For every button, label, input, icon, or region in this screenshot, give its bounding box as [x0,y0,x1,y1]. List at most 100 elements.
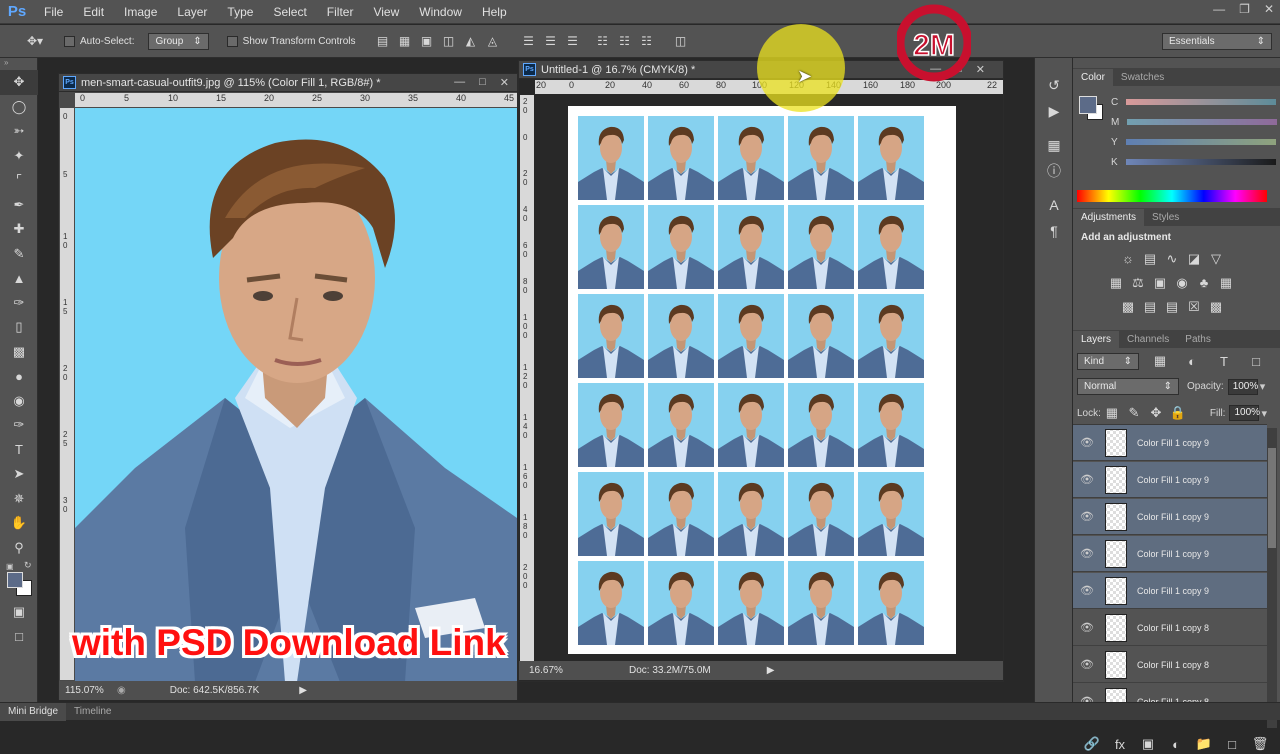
filter-type-icon[interactable]: T [1213,352,1235,370]
healing-tool-icon[interactable]: ✚ [0,217,38,242]
layer-row[interactable]: 👁 Color Fill 1 copy 8 [1073,647,1267,683]
blend-mode-dropdown[interactable]: Normal ⇕ [1077,378,1179,395]
pen-tool-icon[interactable]: ✑ [0,413,38,438]
paragraph-panel-icon[interactable]: ¶ [1035,218,1073,244]
eye-icon[interactable]: 👁 [1073,621,1101,634]
color-lookup-icon[interactable]: ▦ [1215,274,1237,292]
menu-layer[interactable]: Layer [167,5,217,19]
menu-edit[interactable]: Edit [73,5,114,19]
posterize-icon[interactable]: ▤ [1139,298,1161,316]
new-group-icon[interactable]: 📁 [1193,735,1215,753]
tab-color[interactable]: Color [1073,69,1113,86]
auto-select-checkbox[interactable] [64,35,75,47]
move-tool-preset-icon[interactable]: ✥▾ [20,32,50,50]
filter-shape-icon[interactable]: □ [1245,352,1267,370]
maximize-icon[interactable]: □ [479,76,486,89]
history-brush-icon[interactable]: ✑ [0,291,38,316]
status-icon[interactable]: ◉ [117,685,126,696]
tab-paths[interactable]: Paths [1177,331,1219,348]
magenta-slider[interactable] [1127,119,1278,125]
eye-icon[interactable]: 👁 [1073,547,1101,560]
delete-layer-icon[interactable]: 🗑 [1249,735,1271,753]
yellow-slider[interactable] [1125,139,1276,145]
actions-panel-icon[interactable]: ▶ [1035,98,1073,124]
layers-scrollbar[interactable] [1267,428,1277,728]
filter-pixel-icon[interactable]: ▦ [1149,352,1171,370]
vibrance-icon[interactable]: ▽ [1205,250,1227,268]
tab-layers[interactable]: Layers [1073,331,1120,348]
portrait-canvas[interactable] [75,108,517,682]
quick-select-tool-icon[interactable]: ✦ [0,144,38,169]
invert-icon[interactable]: ▩ [1117,298,1139,316]
exposure-icon[interactable]: ◪ [1183,250,1205,268]
layer-filter-dropdown[interactable]: Kind ⇕ [1077,352,1139,370]
close-icon[interactable]: ✕ [976,63,985,76]
type-tool-icon[interactable]: T [0,438,38,463]
collapse-icon[interactable]: » [0,58,37,70]
eye-icon[interactable]: 👁 [1073,510,1101,523]
stamp-tool-icon[interactable]: ▲ [0,266,38,291]
zoom-level-2[interactable]: 16.67% [529,665,575,676]
curves-icon[interactable]: ∿ [1161,250,1183,268]
minimize-icon[interactable]: — [1213,2,1225,16]
menu-help[interactable]: Help [472,5,517,19]
swap-colors-icon[interactable]: ↻ [24,560,32,571]
menu-filter[interactable]: Filter [317,5,364,19]
threshold-icon[interactable]: ▤ [1161,298,1183,316]
lock-position-icon[interactable]: ✥ [1145,404,1167,422]
lasso-tool-icon[interactable]: ➳ [0,119,38,144]
layer-row[interactable]: 👁 Color Fill 1 copy 9 [1073,499,1267,535]
layer-style-icon[interactable]: fx [1109,735,1131,753]
align-right-icon[interactable]: ◬ [484,32,502,50]
chevron-down-icon[interactable]: ▾ [1261,407,1267,420]
scrollbar-thumb[interactable] [1268,448,1276,548]
screen-mode-icon[interactable]: □ [0,625,38,650]
menu-image[interactable]: Image [114,5,167,19]
zoom-level-1[interactable]: 115.07% [65,685,111,696]
distribute-left-icon[interactable]: ☷ [594,32,612,50]
zoom-tool-icon[interactable]: ⚲ [0,536,38,561]
photo-filter-icon[interactable]: ◉ [1171,274,1193,292]
align-hcenter-icon[interactable]: ◭ [462,32,480,50]
brightness-icon[interactable]: ☼ [1117,249,1139,267]
blur-tool-icon[interactable]: ● [0,364,38,389]
shape-tool-icon[interactable]: ✵ [0,487,38,512]
levels-icon[interactable]: ▤ [1139,250,1161,268]
eye-icon[interactable]: 👁 [1073,584,1101,597]
menu-view[interactable]: View [363,5,409,19]
lock-all-icon[interactable]: 🔒 [1167,404,1189,422]
add-mask-icon[interactable]: ▣ [1137,735,1159,753]
default-colors-icon[interactable]: ▣ [6,562,14,571]
eraser-tool-icon[interactable]: ▯ [0,315,38,340]
menu-type[interactable]: Type [217,5,263,19]
menu-select[interactable]: Select [263,5,316,19]
opacity-value[interactable]: 100% [1227,378,1258,395]
eye-icon[interactable]: 👁 [1073,436,1101,449]
lock-pixels-icon[interactable]: ✎ [1123,404,1145,422]
restore-icon[interactable]: ❐ [1239,2,1250,16]
transform-controls-checkbox[interactable] [226,35,238,47]
minimize-icon[interactable]: — [454,76,465,89]
distribute-bottom-icon[interactable]: ☰ [564,32,582,50]
brush-tool-icon[interactable]: ✎ [0,242,38,267]
libraries-panel-icon[interactable]: ▦ [1035,132,1073,158]
path-select-tool-icon[interactable]: ➤ [0,462,38,487]
color-spectrum[interactable] [1077,190,1267,202]
align-left-icon[interactable]: ◫ [440,32,458,50]
tab-styles[interactable]: Styles [1144,209,1187,226]
foreground-color-swatch[interactable] [7,572,23,588]
eye-icon[interactable]: 👁 [1073,658,1101,671]
auto-align-icon[interactable]: ◫ [672,32,690,50]
gradient-tool-icon[interactable]: ▩ [0,340,38,365]
workspace-dropdown[interactable]: Essentials ⇕ [1162,32,1272,50]
crop-tool-icon[interactable]: ⌜ [0,168,38,193]
quick-mask-icon[interactable]: ▣ [0,600,38,625]
close-icon[interactable]: ✕ [500,76,509,89]
link-layers-icon[interactable]: 🔗 [1081,735,1103,753]
layer-row[interactable]: 👁 Color Fill 1 copy 9 [1073,536,1267,572]
selective-color-icon[interactable]: ☒ [1183,298,1205,316]
close-icon[interactable]: ✕ [1264,2,1274,16]
black-white-icon[interactable]: ▣ [1149,274,1171,292]
layer-row[interactable]: 👁 Color Fill 1 copy 9 [1073,425,1267,461]
tab-swatches[interactable]: Swatches [1113,69,1172,86]
